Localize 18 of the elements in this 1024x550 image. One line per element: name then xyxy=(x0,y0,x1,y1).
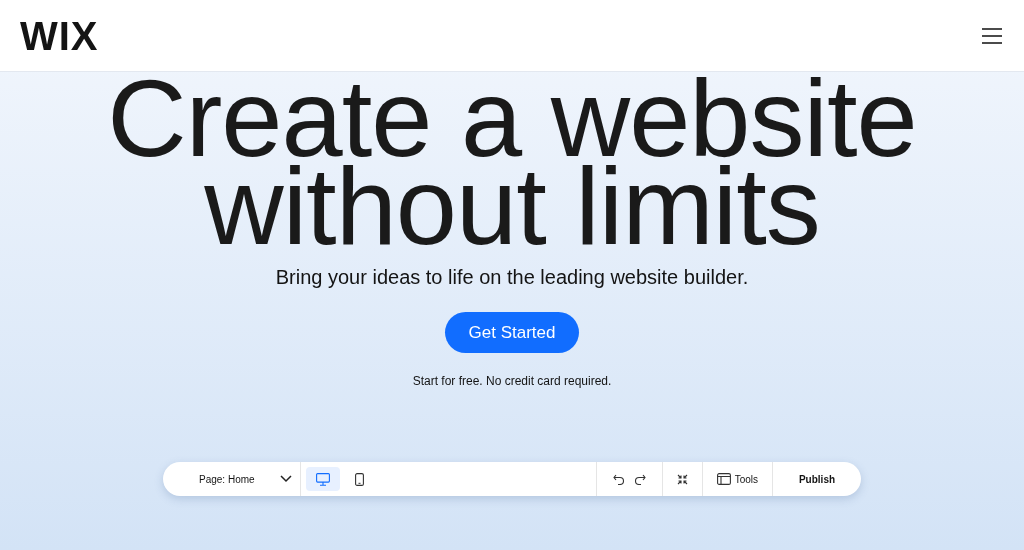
tools-button[interactable]: Tools xyxy=(702,462,773,496)
undo-icon[interactable] xyxy=(612,473,625,485)
logo[interactable]: WIX xyxy=(20,15,99,56)
menu-icon[interactable] xyxy=(982,27,1002,44)
phone-icon xyxy=(354,472,364,486)
subtitle: Bring your ideas to life on the leading website builder. xyxy=(275,265,749,290)
layout-icon xyxy=(716,473,731,485)
headline: without limits xyxy=(204,162,820,250)
headline: Create a website xyxy=(107,74,917,162)
note-text: Start for free. No credit card required. xyxy=(412,373,612,390)
monitor-icon xyxy=(316,472,330,486)
page-select[interactable]: Page: Home xyxy=(163,462,301,496)
collapse-icon[interactable] xyxy=(676,473,688,485)
chevron-down-icon xyxy=(280,475,292,483)
desktop-view-button[interactable] xyxy=(306,467,340,491)
get-started-button[interactable]: Get Started xyxy=(444,312,580,353)
redo-icon[interactable] xyxy=(633,473,646,485)
publish-button[interactable]: Publish xyxy=(773,462,861,496)
